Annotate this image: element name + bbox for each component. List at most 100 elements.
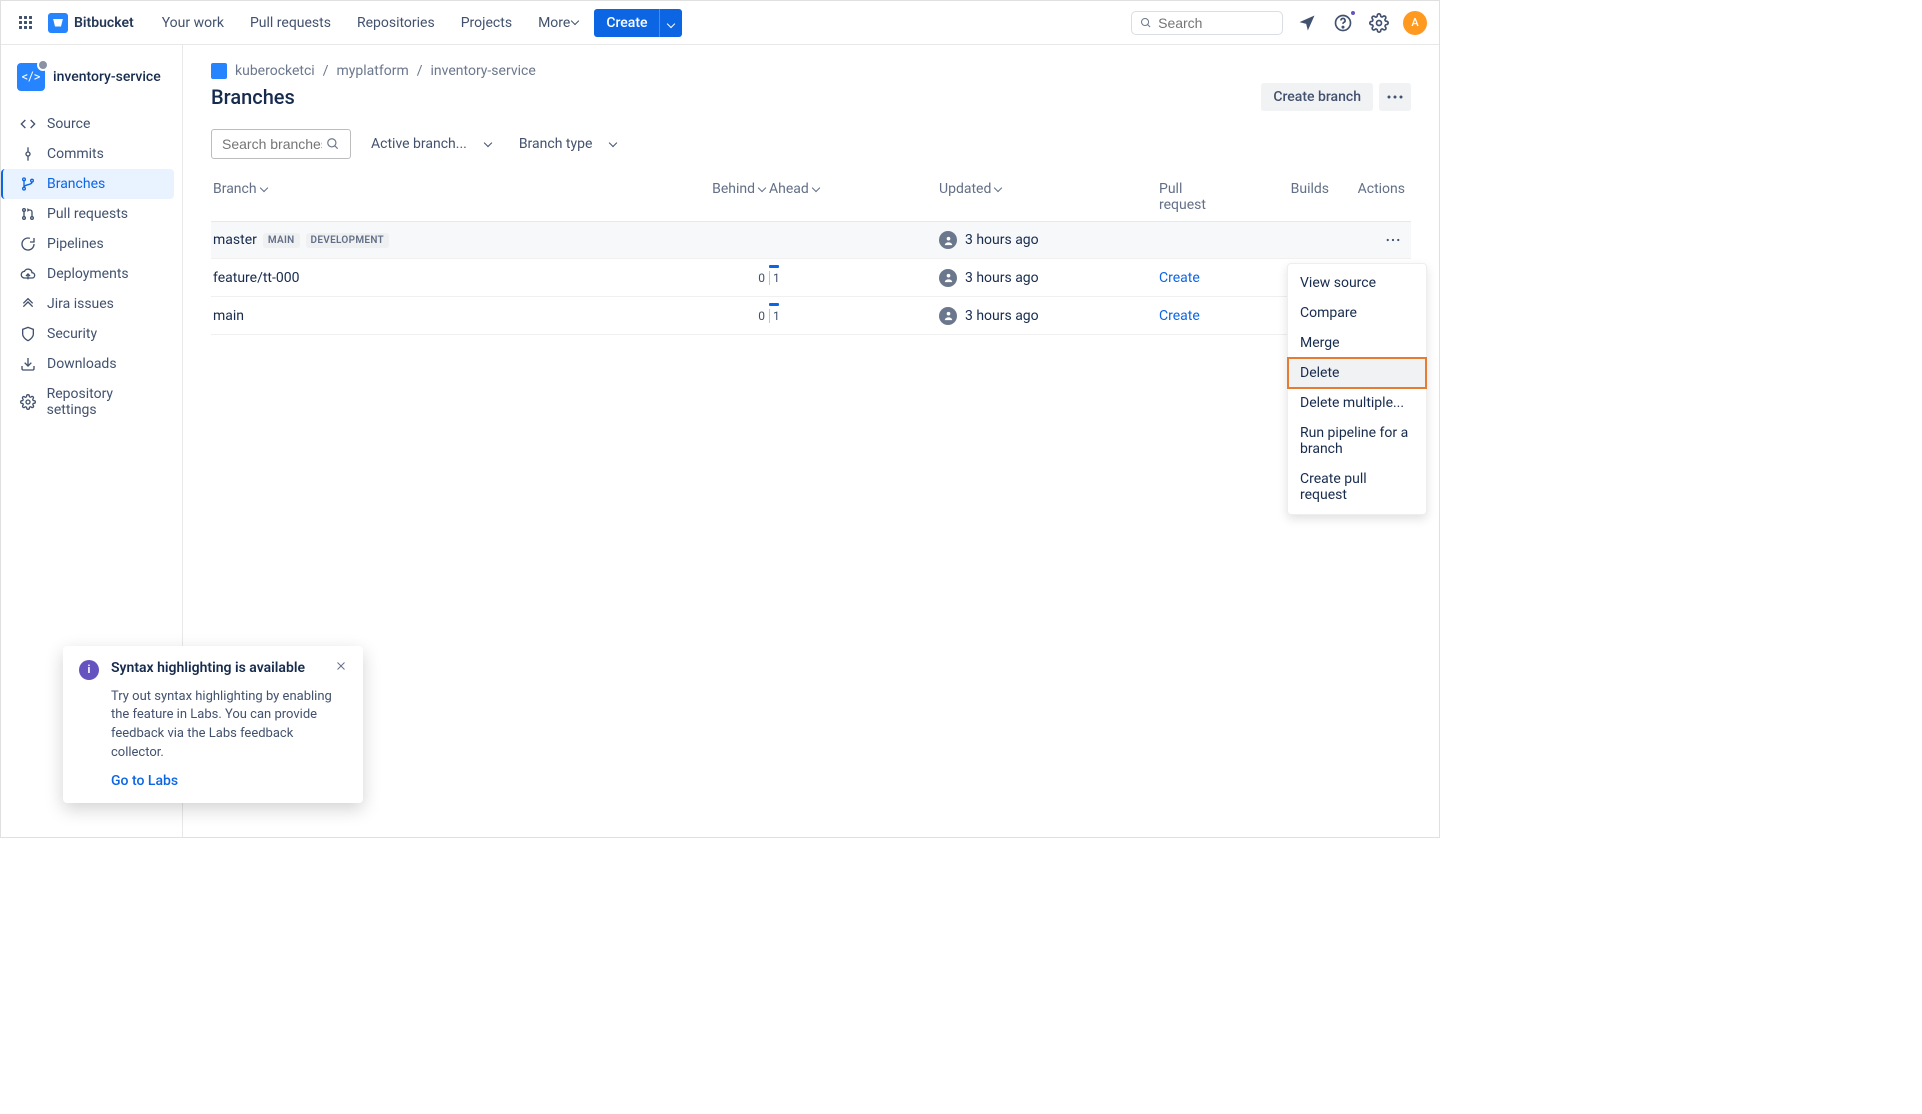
jira-icon <box>19 296 37 312</box>
nav-repositories[interactable]: Repositories <box>347 9 445 37</box>
chevron-down-icon <box>484 138 492 146</box>
ahead-bar <box>769 265 779 268</box>
sidebar-item-pipelines[interactable]: Pipelines <box>9 229 174 259</box>
sidebar-item-branches[interactable]: Branches <box>1 169 174 199</box>
top-nav-right: A <box>1131 11 1427 35</box>
toast-close-button[interactable] <box>335 660 347 676</box>
branch-tag-dev: DEVELOPMENT <box>306 233 389 248</box>
toast-body: Try out syntax highlighting by enabling … <box>111 688 347 763</box>
dd-compare[interactable]: Compare <box>1288 298 1426 328</box>
cloud-icon <box>19 266 37 282</box>
branch-name[interactable]: master <box>213 232 257 248</box>
sidebar-item-jira-issues[interactable]: Jira issues <box>9 289 174 319</box>
toast-cta-link[interactable]: Go to Labs <box>111 773 347 789</box>
sidebar-item-security[interactable]: Security <box>9 319 174 349</box>
sidebar-item-downloads[interactable]: Downloads <box>9 349 174 379</box>
title-actions: Create branch <box>1261 83 1411 111</box>
col-ahead[interactable]: Ahead <box>769 181 819 197</box>
global-search[interactable] <box>1131 11 1283 35</box>
filter-status[interactable]: Active branch... <box>363 131 499 157</box>
bitbucket-icon <box>48 13 68 33</box>
branch-tag-main: MAIN <box>263 233 300 248</box>
search-branches-input[interactable] <box>211 129 351 159</box>
info-toast: i Syntax highlighting is available Try o… <box>63 646 363 803</box>
crumb-sep: / <box>417 63 423 79</box>
chevron-down-icon <box>571 17 579 25</box>
nav-projects[interactable]: Projects <box>451 9 522 37</box>
close-icon <box>335 660 347 672</box>
nav-more[interactable]: More <box>528 9 588 37</box>
crumb-repo[interactable]: inventory-service <box>431 63 536 79</box>
dd-view-source[interactable]: View source <box>1288 268 1426 298</box>
more-actions-button[interactable] <box>1379 83 1411 111</box>
ahead-count: 1 <box>769 309 780 323</box>
updated-time: 3 hours ago <box>965 232 1039 248</box>
sidebar-item-source[interactable]: Source <box>9 109 174 139</box>
filters-bar: Active branch... Branch type <box>211 129 1411 159</box>
col-updated[interactable]: Updated <box>939 181 1001 197</box>
chevron-down-icon <box>259 183 267 191</box>
nav-more-label: More <box>538 15 570 31</box>
help-icon[interactable] <box>1331 11 1355 35</box>
crumb-workspace[interactable]: kuberocketci <box>235 63 315 79</box>
create-pr-link[interactable]: Create <box>1159 270 1200 286</box>
top-nav-left: Bitbucket Your work Pull requests Reposi… <box>13 9 682 37</box>
branch-name[interactable]: main <box>213 308 244 324</box>
dd-merge[interactable]: Merge <box>1288 328 1426 358</box>
code-icon <box>19 116 37 132</box>
dd-run-pipeline[interactable]: Run pipeline for a branch <box>1288 418 1426 464</box>
settings-icon[interactable] <box>1367 11 1391 35</box>
repo-header[interactable]: </> inventory-service <box>9 57 174 97</box>
sidebar-item-commits[interactable]: Commits <box>9 139 174 169</box>
shield-icon <box>19 326 37 342</box>
sidebar-item-label: Pull requests <box>47 206 128 222</box>
create-button-label: Create <box>594 9 659 37</box>
create-button[interactable]: Create <box>594 9 682 37</box>
crumb-project[interactable]: myplatform <box>337 63 409 79</box>
info-icon: i <box>79 660 99 680</box>
chevron-down-icon <box>812 183 820 191</box>
sidebar-item-repo-settings[interactable]: Repository settings <box>9 379 174 425</box>
nav-pull-requests[interactable]: Pull requests <box>240 9 341 37</box>
more-icon <box>1387 95 1403 99</box>
col-branch[interactable]: Branch <box>213 181 267 197</box>
col-pull-request: Pull request <box>1079 181 1219 213</box>
app-switcher-icon[interactable] <box>13 10 38 35</box>
notifications-icon[interactable] <box>1295 11 1319 35</box>
repo-icon: </> <box>17 63 45 91</box>
dd-delete[interactable]: Delete <box>1288 358 1426 388</box>
filter-type[interactable]: Branch type <box>511 131 625 157</box>
user-avatar-icon <box>939 307 957 325</box>
row-menu-button[interactable] <box>1381 228 1405 252</box>
sidebar-item-label: Repository settings <box>47 386 164 418</box>
pipeline-icon <box>19 236 37 252</box>
sidebar-item-label: Downloads <box>47 356 117 372</box>
col-actions: Actions <box>1329 181 1411 213</box>
col-behind[interactable]: Behind <box>712 181 765 197</box>
page-title: Branches <box>211 85 295 109</box>
top-nav: Bitbucket Your work Pull requests Reposi… <box>1 1 1439 45</box>
behind-count: 0 <box>758 309 765 323</box>
product-name: Bitbucket <box>74 15 134 31</box>
search-branches-field[interactable] <box>222 136 322 152</box>
sidebar-item-pull-requests[interactable]: Pull requests <box>9 199 174 229</box>
create-branch-button[interactable]: Create branch <box>1261 83 1373 111</box>
create-chevron-icon[interactable] <box>659 9 682 37</box>
sidebar-item-deployments[interactable]: Deployments <box>9 259 174 289</box>
product-logo[interactable]: Bitbucket <box>48 13 134 33</box>
dd-create-pr[interactable]: Create pull request <box>1288 464 1426 510</box>
global-search-input[interactable] <box>1158 15 1274 31</box>
more-icon <box>1386 238 1400 242</box>
repo-name: inventory-service <box>53 69 161 85</box>
user-avatar[interactable]: A <box>1403 11 1427 35</box>
nav-your-work[interactable]: Your work <box>152 9 234 37</box>
sidebar-item-label: Jira issues <box>47 296 114 312</box>
branch-name[interactable]: feature/tt-000 <box>213 270 300 286</box>
dd-delete-multiple[interactable]: Delete multiple... <box>1288 388 1426 418</box>
create-pr-link[interactable]: Create <box>1159 308 1200 324</box>
user-avatar-icon <box>939 231 957 249</box>
table-row: feature/tt-000 0 1 3 hours ago Create <box>211 259 1411 297</box>
updated-time: 3 hours ago <box>965 270 1039 286</box>
pr-icon <box>19 206 37 222</box>
filter-status-label: Active branch... <box>371 136 467 152</box>
